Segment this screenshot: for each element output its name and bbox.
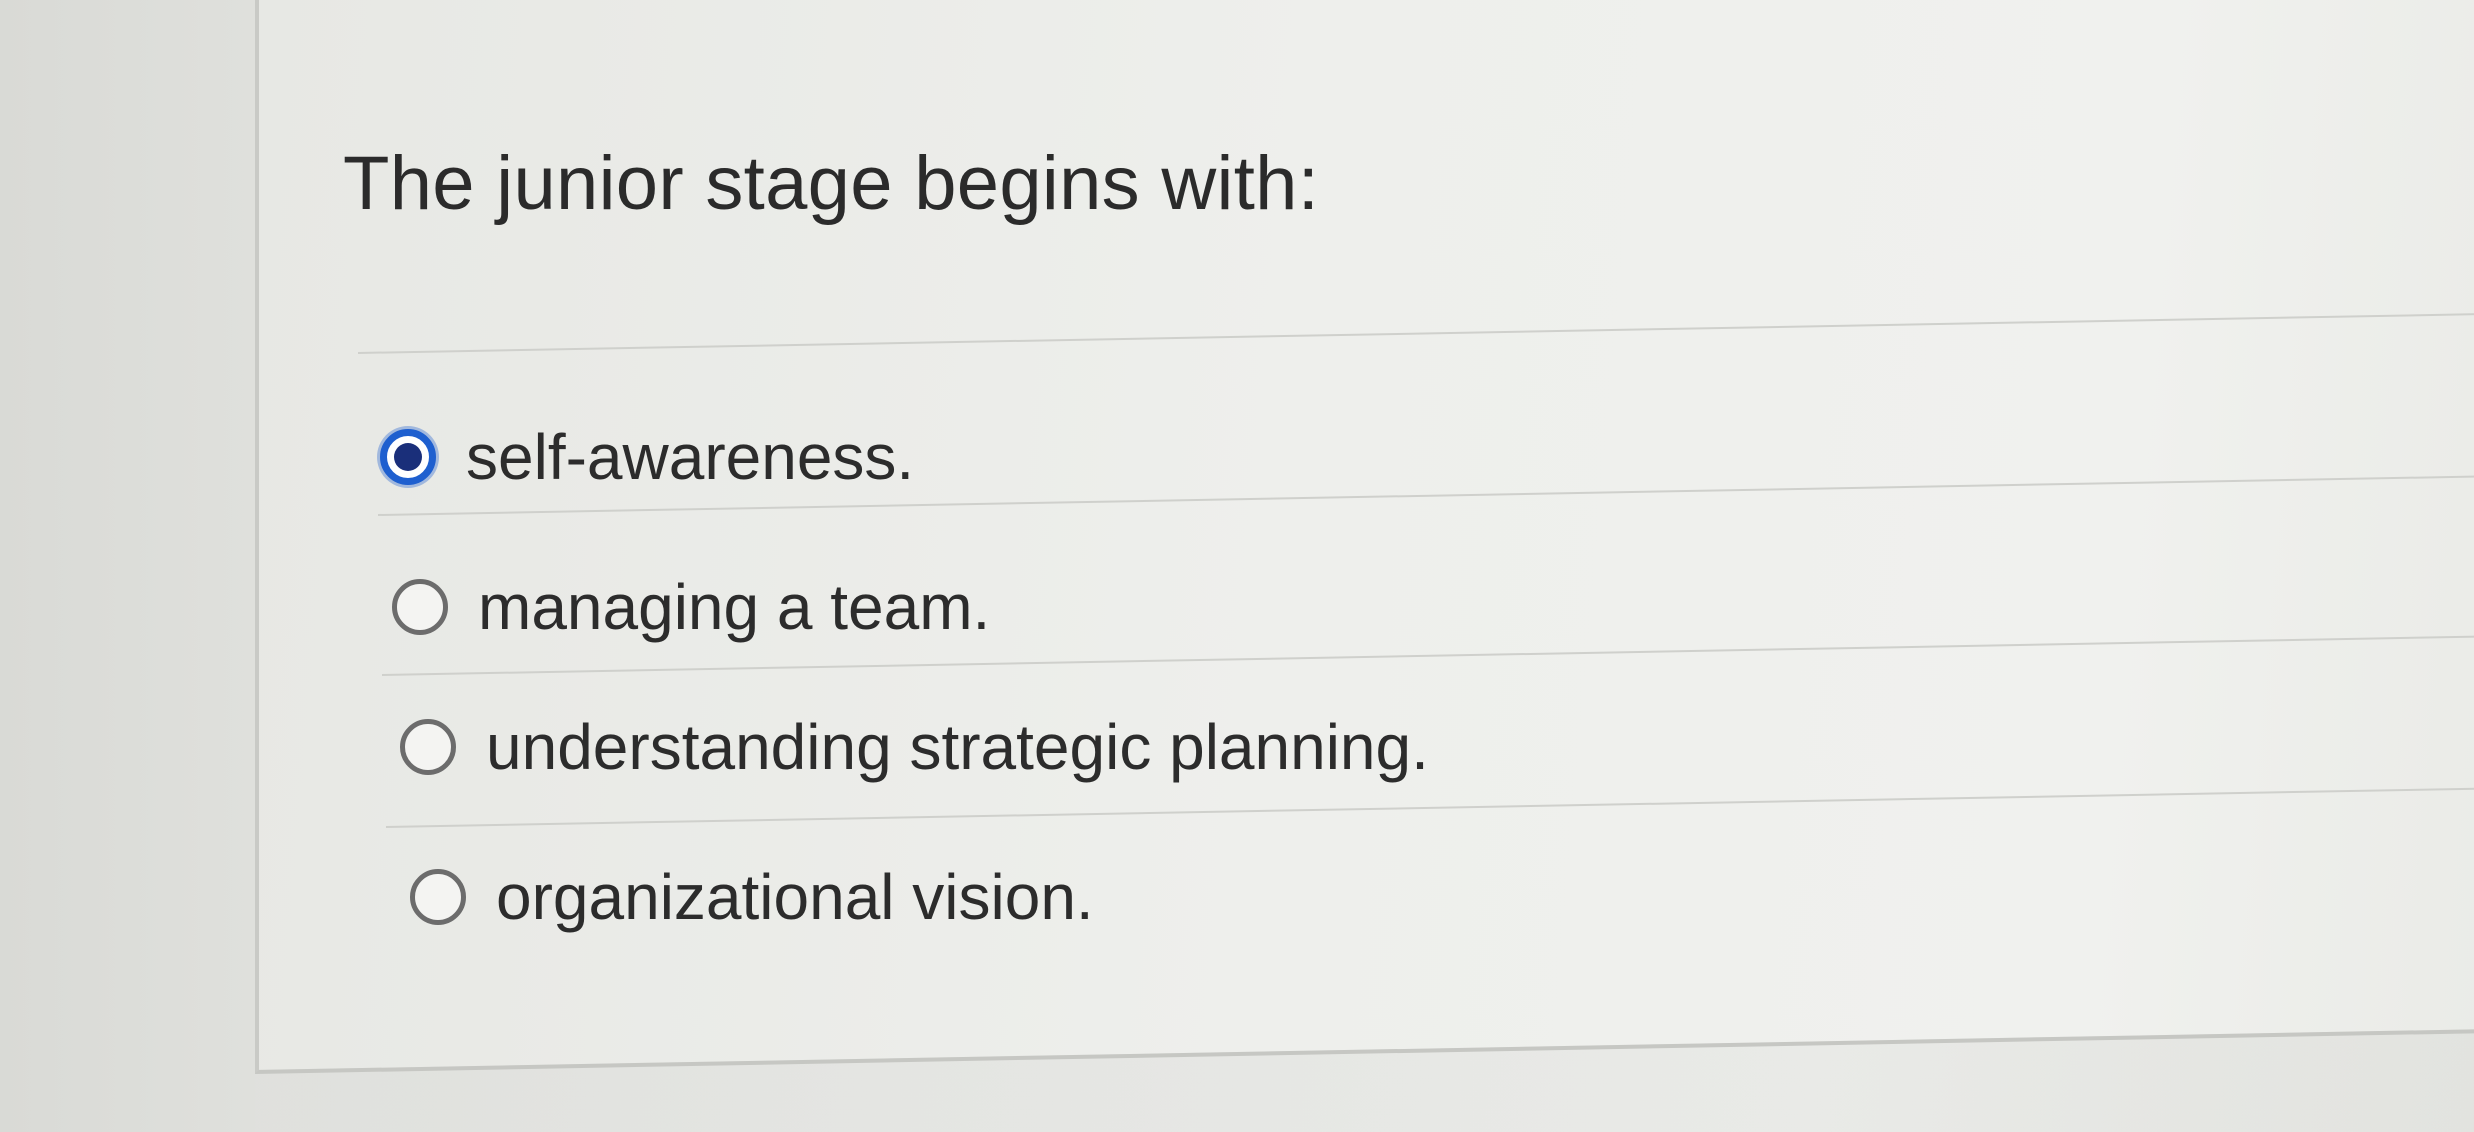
option-label: organizational vision. [496, 861, 1094, 933]
option-label: understanding strategic planning. [486, 711, 1429, 783]
radio-checked-icon[interactable] [380, 429, 436, 485]
radio-unchecked-icon[interactable] [392, 579, 448, 635]
radio-unchecked-icon[interactable] [400, 719, 456, 775]
option-understanding-strategic-planning[interactable]: understanding strategic planning. [400, 710, 1429, 784]
page-background [0, 0, 255, 1132]
option-managing-a-team[interactable]: managing a team. [392, 570, 990, 644]
option-label: managing a team. [478, 571, 991, 643]
option-self-awareness[interactable]: self-awareness. [380, 420, 914, 494]
radio-unchecked-icon[interactable] [410, 869, 466, 925]
question-text: The junior stage begins with: [343, 141, 1320, 226]
option-label: self-awareness. [466, 421, 915, 493]
option-organizational-vision[interactable]: organizational vision. [410, 860, 1094, 934]
